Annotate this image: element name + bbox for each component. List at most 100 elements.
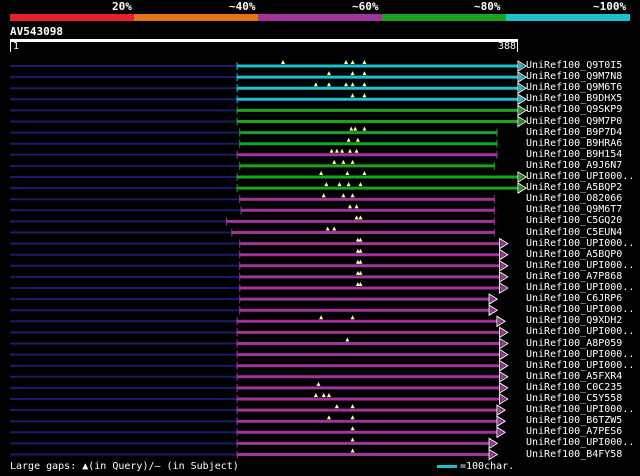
hit-label[interactable]: UniRef100_UPI000..	[526, 404, 634, 415]
gap-marker	[355, 137, 360, 142]
hit-row[interactable]	[10, 404, 506, 417]
hit-row[interactable]	[10, 359, 509, 372]
hit-label[interactable]: UniRef100_O82066	[526, 193, 622, 204]
hit-label[interactable]: UniRef100_A9J6N7	[526, 160, 622, 171]
hit-row[interactable]	[10, 381, 509, 394]
hit-row[interactable]	[10, 82, 527, 95]
hit-label[interactable]: UniRef100_B9DHX5	[526, 93, 622, 104]
hit-row[interactable]	[10, 315, 506, 328]
gap-marker	[281, 60, 286, 64]
gap-marker	[350, 437, 355, 442]
hit-label[interactable]: UniRef100_A5BQP2	[526, 182, 622, 193]
hit-label[interactable]: UniRef100_UPI000..	[526, 326, 634, 337]
hit-label[interactable]: UniRef100_B4FY58	[526, 449, 622, 460]
hit-row[interactable]	[10, 448, 499, 461]
hit-label[interactable]: UniRef100_UPI000..	[526, 304, 634, 315]
hit-row[interactable]	[10, 304, 499, 317]
gap-marker	[362, 60, 367, 64]
hit-row[interactable]	[10, 182, 527, 195]
hit-label[interactable]: UniRef100_B9H154	[526, 149, 622, 160]
hit-row[interactable]	[10, 393, 509, 405]
hit-label[interactable]: UniRef100_A7PES6	[526, 426, 622, 437]
hit-row[interactable]	[10, 326, 509, 339]
hit-row[interactable]	[10, 293, 499, 306]
gap-marker	[345, 171, 350, 175]
hit-row[interactable]	[10, 204, 495, 215]
hit-label[interactable]: UniRef100_Q9T0I5	[526, 60, 622, 71]
hit-label[interactable]: UniRef100_C5Y558	[526, 393, 622, 404]
gap-marker	[358, 237, 363, 242]
hit-label[interactable]: UniRef100_B9P7D4	[526, 127, 622, 138]
hit-row[interactable]	[10, 437, 499, 450]
hit-label[interactable]: UniRef100_Q9M7N8	[526, 71, 622, 82]
gap-marker	[326, 82, 331, 87]
hit-row[interactable]	[10, 237, 509, 250]
gap-marker	[341, 159, 346, 164]
hit-label[interactable]: UniRef100_B9HRA6	[526, 138, 622, 149]
gaps-legend: Large gaps: ▲(in Query)/— (in Subject)	[10, 461, 239, 472]
hit-label[interactable]: UniRef100_UPI000..	[526, 360, 634, 371]
gap-marker	[362, 171, 367, 175]
hit-label[interactable]: UniRef100_C5GQ20	[526, 215, 622, 226]
gap-marker	[313, 82, 318, 87]
hit-row[interactable]	[10, 93, 527, 106]
hit-row[interactable]	[10, 126, 498, 137]
hit-row[interactable]	[10, 115, 527, 128]
gap-marker	[344, 82, 349, 87]
hit-row[interactable]	[10, 171, 527, 183]
hit-label[interactable]: UniRef100_UPI000..	[526, 260, 634, 271]
gap-marker	[329, 148, 334, 153]
hit-label[interactable]: UniRef100_Q9XDH2	[526, 315, 622, 326]
hit-label[interactable]: UniRef100_C5EUN4	[526, 227, 622, 238]
gap-marker	[344, 60, 349, 64]
gap-marker	[350, 159, 355, 164]
hit-row[interactable]	[10, 148, 498, 159]
hit-label[interactable]: UniRef100_C6JRP6	[526, 293, 622, 304]
gap-marker	[347, 148, 352, 153]
hit-row[interactable]	[10, 60, 527, 72]
gap-marker	[326, 71, 331, 76]
gap-marker	[353, 126, 358, 131]
hit-label[interactable]: UniRef100_Q9M6T7	[526, 204, 622, 215]
hit-row[interactable]	[10, 282, 509, 294]
hit-label[interactable]: UniRef100_A5FXR4	[526, 371, 622, 382]
hit-row[interactable]	[10, 426, 506, 439]
hit-row[interactable]	[10, 226, 495, 237]
hit-label[interactable]: UniRef100_UPI000..	[526, 349, 634, 360]
gap-marker	[345, 337, 350, 342]
hit-label[interactable]: UniRef100_Q9SKP9	[526, 104, 622, 115]
hit-row[interactable]	[10, 137, 498, 148]
hit-row[interactable]	[10, 159, 495, 170]
hit-row[interactable]	[10, 193, 495, 204]
gap-marker	[326, 393, 331, 397]
hit-label[interactable]: UniRef100_C0C235	[526, 382, 622, 393]
hit-label[interactable]: UniRef100_Q9M7P0	[526, 116, 622, 127]
gap-marker	[337, 182, 342, 187]
hit-label[interactable]: UniRef100_UPI000..	[526, 238, 634, 249]
gap-marker	[321, 193, 326, 198]
hit-label[interactable]: UniRef100_UPI000..	[526, 282, 634, 293]
gap-marker	[362, 82, 367, 87]
gap-marker	[350, 60, 355, 64]
gap-marker	[350, 93, 355, 98]
hit-label[interactable]: UniRef100_UPI000..	[526, 437, 634, 448]
hit-row[interactable]	[10, 415, 506, 428]
gap-marker	[354, 148, 359, 153]
hit-label[interactable]: UniRef100_B6TZW5	[526, 415, 622, 426]
gap-marker	[358, 270, 363, 275]
hit-row[interactable]	[10, 337, 509, 350]
hit-label[interactable]: UniRef100_A8P059	[526, 338, 622, 349]
hit-row[interactable]	[10, 259, 509, 272]
hit-row[interactable]	[10, 104, 527, 117]
hit-row[interactable]	[10, 71, 527, 84]
hit-row[interactable]	[10, 270, 509, 283]
hit-label[interactable]: UniRef100_A7P868	[526, 271, 622, 282]
hit-row[interactable]	[10, 370, 509, 383]
hit-row[interactable]	[10, 215, 495, 226]
hit-label[interactable]: UniRef100_Q9M6T6	[526, 82, 622, 93]
hit-row[interactable]	[10, 248, 509, 261]
scale-bar	[437, 464, 457, 468]
hit-row[interactable]	[10, 348, 509, 361]
hit-label[interactable]: UniRef100_UPI000..	[526, 171, 634, 182]
hit-label[interactable]: UniRef100_A5BQP0	[526, 249, 622, 260]
